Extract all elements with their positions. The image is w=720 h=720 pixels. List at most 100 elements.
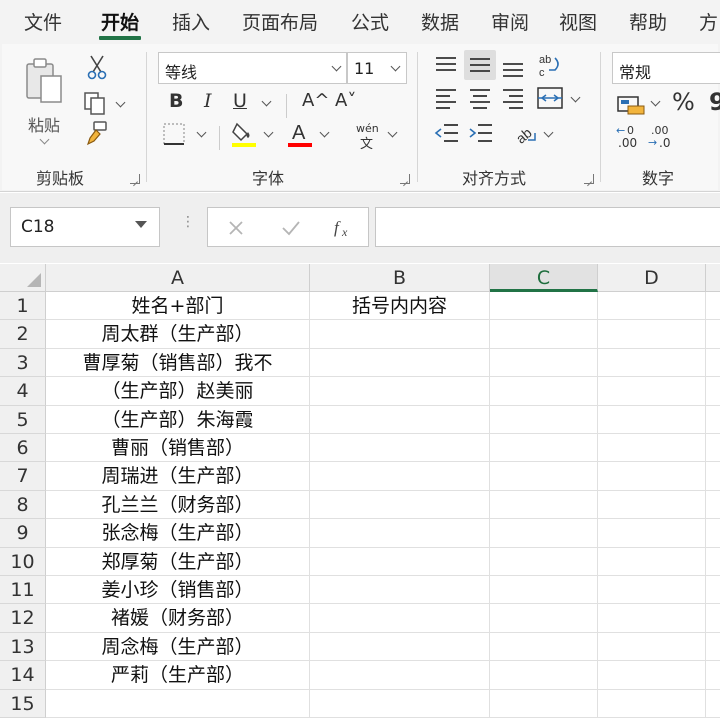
tab-data[interactable]: 数据 bbox=[421, 8, 459, 35]
row-header[interactable]: 10 bbox=[0, 547, 46, 576]
cell-b[interactable] bbox=[310, 576, 490, 605]
percent-button[interactable]: % bbox=[672, 90, 695, 114]
cell-e[interactable] bbox=[706, 434, 720, 463]
column-header-a[interactable]: A bbox=[46, 264, 310, 292]
cell-a[interactable]: 孔兰兰（财务部） bbox=[46, 490, 310, 520]
cell-d[interactable] bbox=[598, 547, 706, 576]
tab-insert[interactable]: 插入 bbox=[172, 8, 210, 35]
accounting-format-icon[interactable] bbox=[616, 92, 646, 116]
row-header[interactable]: 15 bbox=[0, 689, 46, 718]
phonetic-chevron-down-icon[interactable] bbox=[387, 127, 398, 138]
row-header[interactable]: 2 bbox=[0, 320, 46, 349]
cell-d[interactable] bbox=[598, 405, 706, 434]
border-chevron-down-icon[interactable] bbox=[196, 127, 207, 138]
cell-a[interactable]: （生产部）赵美丽 bbox=[46, 377, 310, 406]
align-middle-button[interactable] bbox=[464, 50, 496, 80]
number-format-combo[interactable]: 常规 bbox=[612, 52, 720, 84]
cell-b[interactable] bbox=[310, 434, 490, 463]
paste-button[interactable]: 粘贴 bbox=[16, 52, 74, 152]
cell-d[interactable] bbox=[598, 292, 706, 321]
cell-c[interactable] bbox=[490, 576, 598, 605]
cell-b[interactable] bbox=[310, 519, 490, 548]
cell-c[interactable] bbox=[490, 292, 598, 321]
copy-icon[interactable] bbox=[82, 90, 108, 116]
cell-d[interactable] bbox=[598, 320, 706, 349]
cell-a[interactable]: 周太群（生产部） bbox=[46, 320, 310, 349]
cell-a[interactable]: 郑厚菊（生产部） bbox=[46, 547, 310, 576]
cell-c[interactable] bbox=[490, 661, 598, 690]
font-launcher-icon[interactable] bbox=[400, 174, 410, 184]
cell-a[interactable]: 曹厚菊（销售部）我不 bbox=[46, 348, 310, 378]
row-header[interactable]: 6 bbox=[0, 434, 46, 463]
align-center-icon[interactable] bbox=[468, 86, 492, 110]
cell-a[interactable]: 曹丽（销售部） bbox=[46, 434, 310, 463]
increase-decimal-button[interactable]: ← 0 .00 bbox=[616, 124, 644, 150]
cell-d[interactable] bbox=[598, 490, 706, 520]
align-left-icon[interactable] bbox=[434, 86, 458, 110]
column-header-d[interactable]: D bbox=[598, 264, 706, 292]
cell-b[interactable]: 括号内内容 bbox=[310, 292, 490, 321]
column-header-c[interactable]: C bbox=[490, 264, 598, 292]
cell-e[interactable] bbox=[706, 548, 720, 576]
cell-e[interactable] bbox=[706, 292, 720, 321]
font-color-chevron-down-icon[interactable] bbox=[319, 127, 330, 138]
cell-d[interactable] bbox=[598, 434, 706, 463]
row-header[interactable]: 9 bbox=[0, 519, 46, 548]
cell-e[interactable] bbox=[706, 377, 720, 406]
cell-c[interactable] bbox=[490, 519, 598, 548]
font-name-combo[interactable]: 等线 bbox=[158, 52, 347, 84]
cell-b[interactable] bbox=[310, 405, 490, 434]
cell-b[interactable] bbox=[310, 604, 490, 633]
border-icon[interactable] bbox=[162, 122, 188, 146]
tab-view[interactable]: 视图 bbox=[559, 8, 597, 35]
column-header-e[interactable] bbox=[706, 264, 720, 292]
cell-a[interactable]: 张念梅（生产部） bbox=[46, 519, 310, 548]
cell-e[interactable] bbox=[706, 604, 720, 633]
font-color-icon[interactable]: A bbox=[286, 120, 314, 148]
cell-d[interactable] bbox=[598, 462, 706, 491]
cell-c[interactable] bbox=[490, 604, 598, 633]
copy-chevron-down-icon[interactable] bbox=[115, 97, 126, 108]
cell-c[interactable] bbox=[490, 405, 598, 434]
comma-style-button[interactable]: 9 bbox=[709, 90, 720, 114]
tab-home[interactable]: 开始 bbox=[101, 8, 139, 35]
accounting-chevron-down-icon[interactable] bbox=[650, 96, 661, 107]
decrease-indent-icon[interactable] bbox=[434, 121, 460, 145]
cell-d[interactable] bbox=[598, 632, 706, 662]
underline-button[interactable]: U bbox=[233, 92, 247, 111]
cell-a[interactable]: 周瑞进（生产部） bbox=[46, 462, 310, 491]
enter-check-icon[interactable] bbox=[280, 218, 302, 238]
clipboard-launcher-icon[interactable] bbox=[130, 174, 140, 184]
fill-color-icon[interactable] bbox=[230, 120, 258, 148]
cell-b[interactable] bbox=[310, 320, 490, 349]
cell-c[interactable] bbox=[490, 320, 598, 349]
cell-e[interactable] bbox=[706, 633, 720, 662]
row-header[interactable]: 14 bbox=[0, 661, 46, 690]
wrap-text-icon[interactable]: ab c bbox=[537, 52, 563, 78]
cell-d[interactable] bbox=[598, 348, 706, 378]
cell-d[interactable] bbox=[598, 604, 706, 633]
orientation-icon[interactable]: ab bbox=[512, 120, 538, 146]
cell-d[interactable] bbox=[598, 689, 706, 718]
cell-b[interactable] bbox=[310, 490, 490, 520]
cut-icon[interactable] bbox=[86, 54, 108, 80]
cell-e[interactable] bbox=[706, 320, 720, 349]
row-header[interactable]: 7 bbox=[0, 462, 46, 491]
insert-function-icon[interactable]: f x bbox=[332, 217, 356, 239]
cell-a[interactable]: 姜小珍（销售部） bbox=[46, 576, 310, 605]
tab-help[interactable]: 帮助 bbox=[629, 8, 667, 35]
column-header-b[interactable]: B bbox=[310, 264, 490, 292]
cell-c[interactable] bbox=[490, 377, 598, 406]
format-painter-icon[interactable] bbox=[84, 120, 110, 146]
decrease-decimal-button[interactable]: .00 → .0 bbox=[648, 124, 676, 150]
phonetic-button[interactable]: wén 文 bbox=[354, 122, 382, 152]
cancel-icon[interactable] bbox=[226, 218, 246, 238]
row-header[interactable]: 1 bbox=[0, 292, 46, 321]
name-box[interactable]: C18 bbox=[10, 207, 160, 247]
row-header[interactable]: 5 bbox=[0, 405, 46, 434]
tab-review[interactable]: 审阅 bbox=[491, 8, 529, 35]
cell-a[interactable]: 严莉（生产部） bbox=[46, 661, 310, 690]
formula-input[interactable] bbox=[375, 207, 720, 247]
cell-c[interactable] bbox=[490, 490, 598, 520]
underline-chevron-down-icon[interactable] bbox=[261, 96, 272, 107]
